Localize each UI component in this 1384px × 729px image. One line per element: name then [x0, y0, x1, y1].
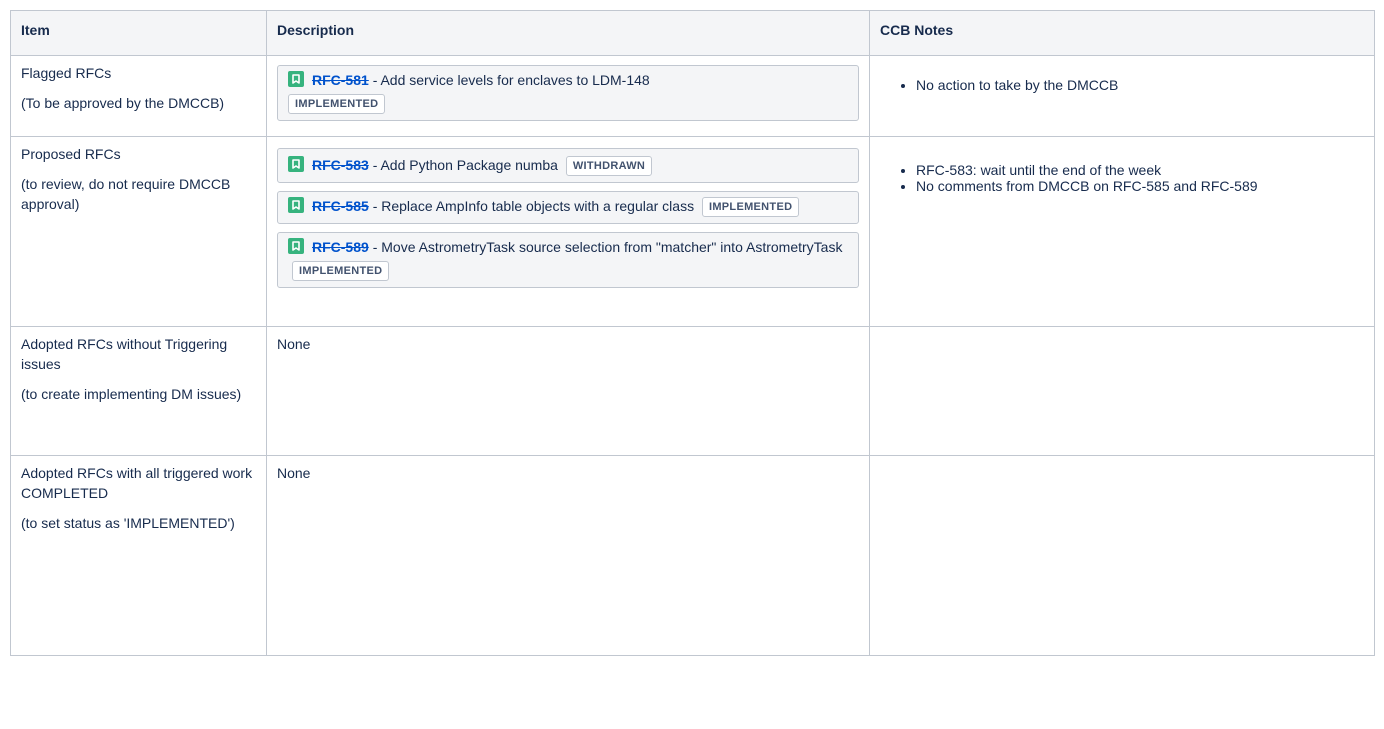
description-text: None: [277, 336, 311, 352]
issue-key-link[interactable]: RFC-583: [312, 157, 369, 173]
issue-summary: - Replace AmpInfo table objects with a r…: [372, 198, 695, 214]
table-row: Adopted RFCs without Triggering issues (…: [10, 326, 1375, 456]
issue-key-link[interactable]: RFC-589: [312, 239, 369, 255]
header-row: Item Description CCB Notes: [10, 10, 1375, 56]
note-item: RFC-583: wait until the end of the week: [916, 162, 1364, 178]
notes-cell: [869, 455, 1375, 656]
description-text: None: [277, 465, 311, 481]
item-subtitle: (to review, do not require DMCCB approva…: [21, 176, 231, 212]
item-subtitle: (To be approved by the DMCCB): [21, 95, 225, 111]
item-cell: Adopted RFCs with all triggered work COM…: [10, 455, 267, 656]
notes-list: RFC-583: wait until the end of the week …: [880, 162, 1364, 194]
column-header-item: Item: [10, 10, 267, 56]
item-title: Proposed RFCs: [21, 146, 121, 162]
notes-cell: No action to take by the DMCCB: [869, 55, 1375, 137]
note-item: No comments from DMCCB on RFC-585 and RF…: [916, 178, 1364, 194]
bookmark-icon: [288, 71, 304, 87]
column-header-notes: CCB Notes: [869, 10, 1375, 56]
issue-summary: - Add service levels for enclaves to LDM…: [372, 72, 650, 88]
notes-cell: RFC-583: wait until the end of the week …: [869, 136, 1375, 327]
description-cell: None: [266, 326, 870, 456]
table-row: Flagged RFCs (To be approved by the DMCC…: [10, 55, 1375, 137]
status-lozenge: IMPLEMENTED: [288, 94, 386, 114]
description-cell: None: [266, 455, 870, 656]
notes-list: No action to take by the DMCCB: [880, 77, 1364, 93]
bookmark-icon: [288, 156, 304, 172]
bookmark-icon: [288, 238, 304, 254]
jira-issue-macro[interactable]: RFC-583 - Add Python Package numba WITHD…: [277, 148, 859, 183]
jira-issue-macro[interactable]: RFC-581 - Add service levels for enclave…: [277, 65, 859, 121]
jira-issue-macro[interactable]: RFC-589 - Move AstrometryTask source sel…: [277, 232, 859, 288]
description-cell: RFC-583 - Add Python Package numba WITHD…: [266, 136, 870, 327]
item-cell: Flagged RFCs (To be approved by the DMCC…: [10, 55, 267, 137]
jira-issue-macro[interactable]: RFC-585 - Replace AmpInfo table objects …: [277, 191, 859, 224]
status-lozenge: IMPLEMENTED: [292, 261, 390, 281]
item-subtitle: (to create implementing DM issues): [21, 386, 242, 402]
note-item: No action to take by the DMCCB: [916, 77, 1364, 93]
item-title: Flagged RFCs: [21, 65, 112, 81]
issue-summary: - Add Python Package numba: [372, 157, 558, 173]
notes-cell: [869, 326, 1375, 456]
issue-summary: - Move AstrometryTask source selection f…: [372, 239, 843, 255]
description-cell: RFC-581 - Add service levels for enclave…: [266, 55, 870, 137]
column-header-description: Description: [266, 10, 870, 56]
issue-key-link[interactable]: RFC-581: [312, 72, 369, 88]
item-title: Adopted RFCs with all triggered work COM…: [21, 465, 253, 501]
ccb-table: Item Description CCB Notes Flagged RFCs …: [10, 10, 1375, 656]
page: Item Description CCB Notes Flagged RFCs …: [0, 0, 1384, 729]
table-row: Adopted RFCs with all triggered work COM…: [10, 455, 1375, 656]
issue-key-link[interactable]: RFC-585: [312, 198, 369, 214]
table-row: Proposed RFCs (to review, do not require…: [10, 136, 1375, 327]
bookmark-icon: [288, 197, 304, 213]
item-title: Adopted RFCs without Triggering issues: [21, 336, 228, 372]
status-lozenge: WITHDRAWN: [565, 156, 653, 176]
item-subtitle: (to set status as 'IMPLEMENTED'): [21, 515, 235, 531]
item-cell: Proposed RFCs (to review, do not require…: [10, 136, 267, 327]
status-lozenge: IMPLEMENTED: [701, 197, 800, 217]
item-cell: Adopted RFCs without Triggering issues (…: [10, 326, 267, 456]
